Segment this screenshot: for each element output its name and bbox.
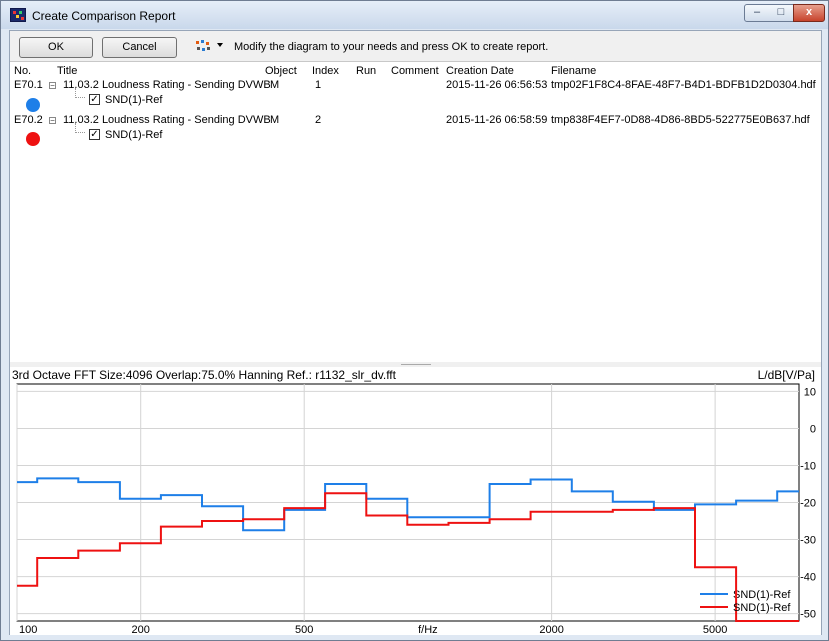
y-tick-label: -50 bbox=[800, 609, 816, 621]
row-1-filename[interactable]: tmp02F1F8C4-8FAE-48F7-B4D1-BDFB1D2D0304.… bbox=[551, 79, 816, 91]
column-header-run[interactable]: Run bbox=[356, 65, 376, 77]
x-tick-label: 5000 bbox=[703, 624, 727, 635]
row-1-object[interactable]: M bbox=[270, 79, 279, 91]
x-tick-label: 200 bbox=[132, 624, 150, 635]
series-color-dot bbox=[26, 98, 40, 112]
row-1-title[interactable]: 11.03.2 Loudness Rating - Sending DVWB bbox=[63, 79, 271, 91]
y-tick-label: -10 bbox=[800, 460, 816, 472]
row-2-index[interactable]: 2 bbox=[315, 114, 321, 126]
row-2-filename[interactable]: tmp838F4EF7-0D88-4D86-8BD5-522775E0B637.… bbox=[551, 114, 810, 126]
close-button[interactable]: x bbox=[793, 4, 825, 22]
splitter-grip[interactable] bbox=[401, 364, 431, 366]
minimize-button[interactable]: – bbox=[744, 4, 770, 22]
row-1-index[interactable]: 1 bbox=[315, 79, 321, 91]
cancel-button[interactable]: Cancel bbox=[102, 37, 177, 58]
series-checkbox[interactable]: ✓ bbox=[89, 94, 100, 105]
column-header-creation-date[interactable]: Creation Date bbox=[446, 65, 514, 77]
dialog-window: Create Comparison Report – □ x OK Cancel… bbox=[0, 0, 829, 641]
y-tick-label: -20 bbox=[800, 498, 816, 510]
column-header-index[interactable]: Index bbox=[312, 65, 339, 77]
y-tick-label: 0 bbox=[810, 423, 816, 435]
row-2-creation-date[interactable]: 2015-11-26 06:58:59 bbox=[446, 114, 547, 126]
row-2-no[interactable]: E70.2 bbox=[14, 114, 43, 126]
maximize-button[interactable]: □ bbox=[769, 4, 794, 22]
collapse-icon[interactable]: − bbox=[49, 117, 56, 125]
row-2-child[interactable]: SND(1)-Ref bbox=[105, 129, 162, 141]
tree-connector bbox=[75, 123, 85, 133]
toolbar-hint: Modify the diagram to your needs and pre… bbox=[234, 41, 549, 53]
x-tick-label: 100 bbox=[19, 624, 37, 635]
x-tick-label: 2000 bbox=[539, 624, 563, 635]
row-1-child[interactable]: SND(1)-Ref bbox=[105, 94, 162, 106]
row-1-creation-date[interactable]: 2015-11-26 06:56:53 bbox=[446, 79, 547, 91]
graph-settings-icon[interactable] bbox=[195, 39, 213, 53]
column-header-no[interactable]: No. bbox=[14, 65, 31, 77]
legend-label-1: SND(1)-Ref bbox=[733, 589, 791, 601]
legend-label-2: SND(1)-Ref bbox=[733, 602, 791, 614]
y-tick-label: -40 bbox=[800, 572, 816, 584]
ok-button[interactable]: OK bbox=[19, 37, 93, 58]
tree-connector bbox=[75, 88, 85, 98]
app-icon bbox=[10, 8, 26, 22]
chevron-down-icon[interactable] bbox=[217, 43, 223, 47]
frequency-response-chart[interactable]: 100-10-20-30-40-50100 200 500 2000 5000f/HzS… bbox=[10, 367, 821, 635]
column-header-title[interactable]: Title bbox=[57, 65, 77, 77]
y-tick-label: 10 bbox=[804, 386, 816, 398]
row-2-object[interactable]: M bbox=[270, 114, 279, 126]
series-checkbox[interactable]: ✓ bbox=[89, 129, 100, 140]
measurement-list[interactable]: No. Title Object Index Run Comment Creat… bbox=[10, 61, 821, 362]
chart-panel: 3rd Octave FFT Size:4096 Overlap:75.0% H… bbox=[10, 367, 821, 635]
column-header-comment[interactable]: Comment bbox=[391, 65, 439, 77]
y-tick-label: -30 bbox=[800, 535, 816, 547]
toolbar: OK Cancel Modify the diagram to your nee… bbox=[10, 31, 821, 61]
title-bar[interactable]: Create Comparison Report – □ x bbox=[1, 1, 828, 29]
collapse-icon[interactable]: − bbox=[49, 82, 56, 90]
x-tick-label: 500 bbox=[295, 624, 313, 635]
series-color-dot bbox=[26, 132, 40, 146]
dialog-client: OK Cancel Modify the diagram to your nee… bbox=[9, 30, 822, 635]
column-header-object[interactable]: Object bbox=[265, 65, 297, 77]
row-2-title[interactable]: 11.03.2 Loudness Rating - Sending DVWB bbox=[63, 114, 271, 126]
column-header-filename[interactable]: Filename bbox=[551, 65, 596, 77]
row-1-no[interactable]: E70.1 bbox=[14, 79, 43, 91]
x-axis-label: f/Hz bbox=[418, 624, 438, 635]
window-title: Create Comparison Report bbox=[32, 9, 176, 23]
